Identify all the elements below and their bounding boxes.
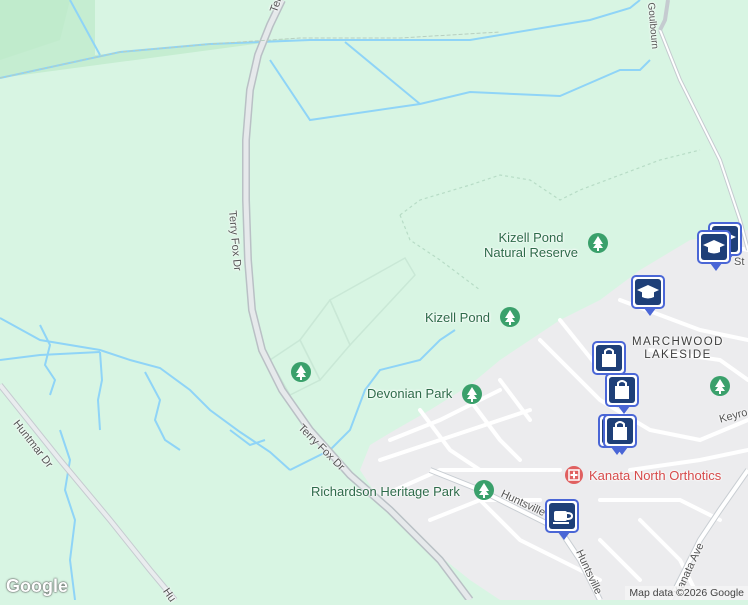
shopping-bag-icon <box>602 348 616 367</box>
map-attribution[interactable]: Map data ©2026 Google <box>625 586 748 600</box>
shopping-marker[interactable] <box>605 373 639 414</box>
shopping-bag-icon <box>615 380 629 399</box>
park-label-kizell-reserve-line2: Natural Reserve <box>484 244 578 260</box>
park-label-devonian: Devonian Park <box>367 386 453 401</box>
park-icon[interactable] <box>462 384 482 404</box>
trail <box>399 149 701 216</box>
school-marker[interactable] <box>631 275 665 316</box>
huntmar-road <box>0 383 177 600</box>
urban-area <box>360 230 748 600</box>
park-icon[interactable] <box>474 480 494 500</box>
school-marker[interactable] <box>697 230 731 271</box>
park-label-kizell-reserve-line1: Kizell Pond <box>498 230 564 245</box>
park-icon[interactable] <box>710 376 730 396</box>
park-label-kizell-pond: Kizell Pond <box>425 310 491 325</box>
shopping-marker[interactable] <box>603 414 637 455</box>
park-icon[interactable] <box>588 233 608 253</box>
school-icon <box>703 240 725 254</box>
neighbourhood-label-line1: MARCHWOOD <box>632 336 724 348</box>
park-icon[interactable] <box>500 307 520 327</box>
poi-label-orthotics[interactable]: Kanata North Orthotics <box>589 468 721 484</box>
shopping-bag-icon <box>613 421 627 440</box>
goulbourn-road <box>659 29 748 251</box>
neighbourhood-label-line2: LAKESIDE <box>644 349 712 362</box>
medical-icon[interactable] <box>565 466 583 484</box>
local-road <box>658 0 670 31</box>
park-icon[interactable] <box>291 362 311 382</box>
school-icon <box>637 285 659 299</box>
park-label-kizell-reserve: Kizell Pond Natural Reserve <box>484 230 578 261</box>
cafe-marker[interactable] <box>545 499 579 540</box>
shopping-marker[interactable] <box>592 341 626 382</box>
cafe-icon <box>553 511 574 524</box>
park-label-richardson: Richardson Heritage Park <box>311 484 460 499</box>
neighbourhood-label: MARCHWOOD LAKESIDE <box>632 336 724 362</box>
road-label-st: St <box>734 256 745 268</box>
google-logo[interactable]: Google <box>6 576 68 597</box>
